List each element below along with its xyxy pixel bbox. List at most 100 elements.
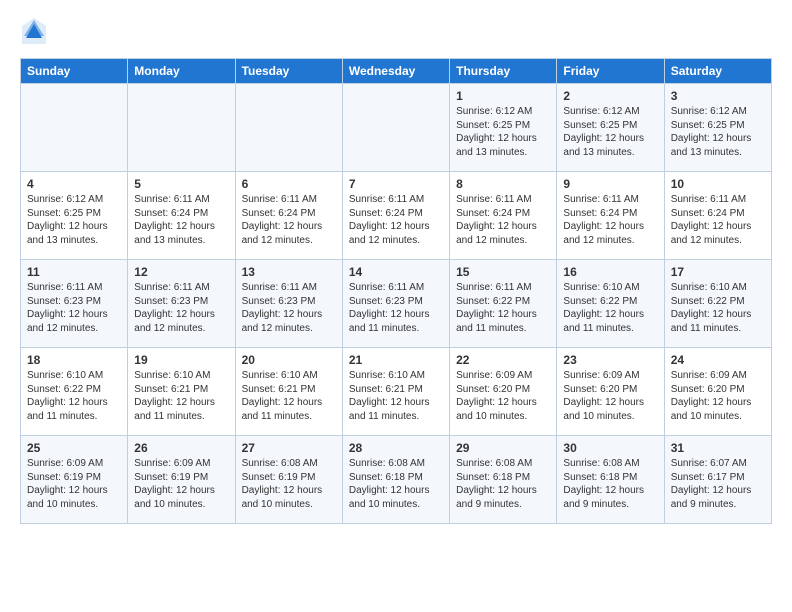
- calendar-day-cell: 31Sunrise: 6:07 AM Sunset: 6:17 PM Dayli…: [664, 436, 771, 524]
- day-info: Sunrise: 6:11 AM Sunset: 6:22 PM Dayligh…: [456, 281, 550, 335]
- day-number: 16: [563, 265, 657, 279]
- day-info: Sunrise: 6:10 AM Sunset: 6:21 PM Dayligh…: [349, 369, 443, 423]
- calendar-day-cell: 20 Sunrise: 6:10 AM Sunset: 6:21 PM Dayli…: [235, 348, 342, 436]
- calendar-day-cell: 25 Sunrise: 6:09 AM Sunset: 6:19 PM Dayli…: [21, 436, 128, 524]
- calendar-day-cell: 24Sunrise: 6:09 AM Sunset: 6:20 PM Dayli…: [664, 348, 771, 436]
- day-number: 23: [563, 353, 657, 367]
- day-number: 1: [456, 89, 550, 103]
- calendar-day-header: Friday: [557, 59, 664, 84]
- calendar-day-cell: 11Sunrise: 6:11 AM Sunset: 6:23 PM Dayli…: [21, 260, 128, 348]
- page: SundayMondayTuesdayWednesdayThursdayFrid…: [0, 0, 792, 540]
- day-info: Sunrise: 6:10 AM Sunset: 6:21 PM Dayligh…: [242, 369, 336, 423]
- calendar-day-cell: 17Sunrise: 6:10 AM Sunset: 6:22 PM Dayli…: [664, 260, 771, 348]
- calendar-day-cell: 16 Sunrise: 6:10 AM Sunset: 6:22 PM Dayli…: [557, 260, 664, 348]
- calendar-day-cell: 14Sunrise: 6:11 AM Sunset: 6:23 PM Dayli…: [342, 260, 449, 348]
- day-info: Sunrise: 6:08 AM Sunset: 6:19 PM Dayligh…: [242, 457, 336, 511]
- calendar-day-cell: 26Sunrise: 6:09 AM Sunset: 6:19 PM Dayli…: [128, 436, 235, 524]
- day-number: 10: [671, 177, 765, 191]
- day-info: Sunrise: 6:10 AM Sunset: 6:21 PM Dayligh…: [134, 369, 228, 423]
- calendar-day-cell: [342, 84, 449, 172]
- day-info: Sunrise: 6:12 AM Sunset: 6:25 PM Dayligh…: [563, 105, 657, 159]
- calendar-day-cell: [128, 84, 235, 172]
- day-number: 17: [671, 265, 765, 279]
- day-info: Sunrise: 6:11 AM Sunset: 6:24 PM Dayligh…: [134, 193, 228, 247]
- calendar-day-cell: 21 Sunrise: 6:10 AM Sunset: 6:21 PM Dayli…: [342, 348, 449, 436]
- calendar-day-cell: 5Sunrise: 6:11 AM Sunset: 6:24 PM Daylig…: [128, 172, 235, 260]
- calendar-day-cell: 9 Sunrise: 6:11 AM Sunset: 6:24 PM Daylig…: [557, 172, 664, 260]
- day-number: 29: [456, 441, 550, 455]
- day-number: 3: [671, 89, 765, 103]
- day-info: Sunrise: 6:11 AM Sunset: 6:23 PM Dayligh…: [27, 281, 121, 335]
- calendar-day-header: Sunday: [21, 59, 128, 84]
- calendar-day-cell: 10 Sunrise: 6:11 AM Sunset: 6:24 PM Dayli…: [664, 172, 771, 260]
- day-number: 25: [27, 441, 121, 455]
- day-number: 7: [349, 177, 443, 191]
- day-info: Sunrise: 6:11 AM Sunset: 6:24 PM Dayligh…: [349, 193, 443, 247]
- day-number: 19: [134, 353, 228, 367]
- day-number: 18: [27, 353, 121, 367]
- day-number: 8: [456, 177, 550, 191]
- day-number: 13: [242, 265, 336, 279]
- day-number: 2: [563, 89, 657, 103]
- day-number: 9: [563, 177, 657, 191]
- day-info: Sunrise: 6:11 AM Sunset: 6:23 PM Dayligh…: [134, 281, 228, 335]
- day-number: 26: [134, 441, 228, 455]
- day-info: Sunrise: 6:09 AM Sunset: 6:19 PM Dayligh…: [27, 457, 121, 511]
- calendar-day-header: Wednesday: [342, 59, 449, 84]
- calendar-day-header: Tuesday: [235, 59, 342, 84]
- calendar-week-row: 18 Sunrise: 6:10 AM Sunset: 6:22 PM Dayli…: [21, 348, 772, 436]
- calendar-day-cell: 23 Sunrise: 6:09 AM Sunset: 6:20 PM Dayli…: [557, 348, 664, 436]
- calendar-day-cell: 12 Sunrise: 6:11 AM Sunset: 6:23 PM Dayli…: [128, 260, 235, 348]
- calendar-day-cell: 8 Sunrise: 6:11 AM Sunset: 6:24 PM Daylig…: [450, 172, 557, 260]
- calendar-day-cell: 3 Sunrise: 6:12 AM Sunset: 6:25 PM Daylig…: [664, 84, 771, 172]
- calendar-week-row: 1 Sunrise: 6:12 AM Sunset: 6:25 PM Daylig…: [21, 84, 772, 172]
- calendar-day-cell: 2 Sunrise: 6:12 AM Sunset: 6:25 PM Daylig…: [557, 84, 664, 172]
- day-info: Sunrise: 6:09 AM Sunset: 6:20 PM Dayligh…: [456, 369, 550, 423]
- day-number: 27: [242, 441, 336, 455]
- day-number: 22: [456, 353, 550, 367]
- calendar-week-row: 25 Sunrise: 6:09 AM Sunset: 6:19 PM Dayli…: [21, 436, 772, 524]
- calendar-day-cell: 30 Sunrise: 6:08 AM Sunset: 6:18 PM Dayli…: [557, 436, 664, 524]
- calendar-day-cell: 18 Sunrise: 6:10 AM Sunset: 6:22 PM Dayli…: [21, 348, 128, 436]
- day-info: Sunrise: 6:11 AM Sunset: 6:24 PM Dayligh…: [456, 193, 550, 247]
- day-info: Sunrise: 6:11 AM Sunset: 6:24 PM Dayligh…: [563, 193, 657, 247]
- day-info: Sunrise: 6:08 AM Sunset: 6:18 PM Dayligh…: [563, 457, 657, 511]
- day-number: 30: [563, 441, 657, 455]
- day-number: 21: [349, 353, 443, 367]
- day-info: Sunrise: 6:11 AM Sunset: 6:23 PM Dayligh…: [349, 281, 443, 335]
- calendar-day-cell: 13Sunrise: 6:11 AM Sunset: 6:23 PM Dayli…: [235, 260, 342, 348]
- day-number: 4: [27, 177, 121, 191]
- day-number: 20: [242, 353, 336, 367]
- header: [20, 16, 772, 48]
- day-info: Sunrise: 6:11 AM Sunset: 6:24 PM Dayligh…: [671, 193, 765, 247]
- day-number: 6: [242, 177, 336, 191]
- calendar-day-cell: [235, 84, 342, 172]
- calendar-day-cell: 6Sunrise: 6:11 AM Sunset: 6:24 PM Daylig…: [235, 172, 342, 260]
- day-info: Sunrise: 6:10 AM Sunset: 6:22 PM Dayligh…: [27, 369, 121, 423]
- calendar-day-header: Thursday: [450, 59, 557, 84]
- day-info: Sunrise: 6:07 AM Sunset: 6:17 PM Dayligh…: [671, 457, 765, 511]
- calendar-day-cell: 27 Sunrise: 6:08 AM Sunset: 6:19 PM Dayli…: [235, 436, 342, 524]
- calendar-day-cell: 1Sunrise: 6:12 AM Sunset: 6:25 PM Daylig…: [450, 84, 557, 172]
- day-info: Sunrise: 6:08 AM Sunset: 6:18 PM Dayligh…: [456, 457, 550, 511]
- day-info: Sunrise: 6:10 AM Sunset: 6:22 PM Dayligh…: [563, 281, 657, 335]
- calendar-day-cell: 15Sunrise: 6:11 AM Sunset: 6:22 PM Dayli…: [450, 260, 557, 348]
- calendar-day-cell: [21, 84, 128, 172]
- day-number: 12: [134, 265, 228, 279]
- day-number: 24: [671, 353, 765, 367]
- day-info: Sunrise: 6:12 AM Sunset: 6:25 PM Dayligh…: [671, 105, 765, 159]
- calendar-day-cell: 7 Sunrise: 6:11 AM Sunset: 6:24 PM Daylig…: [342, 172, 449, 260]
- calendar-day-header: Monday: [128, 59, 235, 84]
- day-info: Sunrise: 6:09 AM Sunset: 6:20 PM Dayligh…: [563, 369, 657, 423]
- calendar-day-cell: 22 Sunrise: 6:09 AM Sunset: 6:20 PM Dayli…: [450, 348, 557, 436]
- calendar-day-cell: 4Sunrise: 6:12 AM Sunset: 6:25 PM Daylig…: [21, 172, 128, 260]
- calendar-day-header: Saturday: [664, 59, 771, 84]
- logo-icon: [20, 16, 48, 48]
- day-number: 28: [349, 441, 443, 455]
- day-info: Sunrise: 6:08 AM Sunset: 6:18 PM Dayligh…: [349, 457, 443, 511]
- calendar-week-row: 4Sunrise: 6:12 AM Sunset: 6:25 PM Daylig…: [21, 172, 772, 260]
- calendar-day-cell: 29 Sunrise: 6:08 AM Sunset: 6:18 PM Dayli…: [450, 436, 557, 524]
- calendar-header-row: SundayMondayTuesdayWednesdayThursdayFrid…: [21, 59, 772, 84]
- calendar-day-cell: 19 Sunrise: 6:10 AM Sunset: 6:21 PM Dayli…: [128, 348, 235, 436]
- calendar-day-cell: 28 Sunrise: 6:08 AM Sunset: 6:18 PM Dayli…: [342, 436, 449, 524]
